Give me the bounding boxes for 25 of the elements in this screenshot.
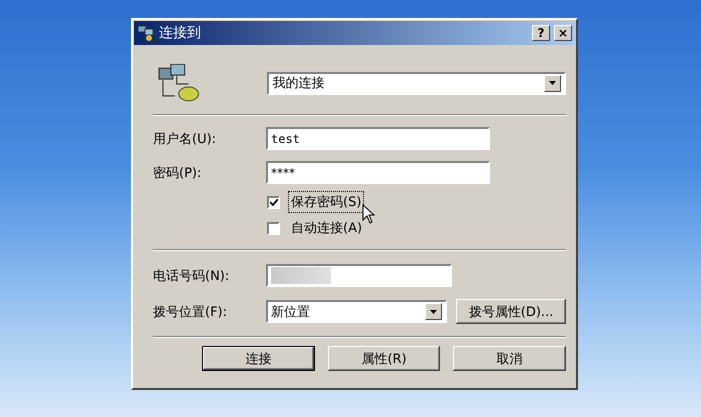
help-button[interactable]: ? [532, 25, 550, 41]
dropdown-arrow-icon [549, 81, 556, 85]
username-field[interactable]: test [266, 127, 490, 150]
network-computers-icon [137, 25, 155, 41]
location-dropdown[interactable]: 新位置 [266, 300, 448, 323]
field-label: 用户名(U): [153, 130, 218, 148]
checkmark-icon [270, 198, 278, 206]
mouse-cursor-icon [362, 204, 375, 224]
close-button[interactable]: × [554, 25, 572, 41]
checkbox[interactable] [267, 196, 280, 208]
dialog-button[interactable]: 取消 [453, 346, 566, 371]
network-phone-icon [157, 64, 200, 104]
dialog-button[interactable]: 属性(R) [328, 346, 440, 371]
dropdown-arrow-icon [430, 310, 438, 314]
connection-dropdown[interactable]: 我的连接 [267, 72, 566, 94]
field-label: 拨号位置(F): [153, 304, 228, 320]
checkbox-label[interactable]: 自动连接(A) [288, 217, 366, 239]
phone-number-field[interactable] [266, 264, 452, 287]
field-label: 电话号码(N): [153, 268, 230, 284]
checkbox[interactable] [267, 222, 280, 234]
dialing-properties-button[interactable]: 拨号属性(D)... [456, 299, 566, 324]
window-title: 连接到 [159, 24, 202, 42]
dialog-button[interactable]: 连接 [202, 346, 315, 371]
password-field[interactable]: **** [266, 161, 490, 184]
field-label: 密码(P): [153, 164, 202, 182]
